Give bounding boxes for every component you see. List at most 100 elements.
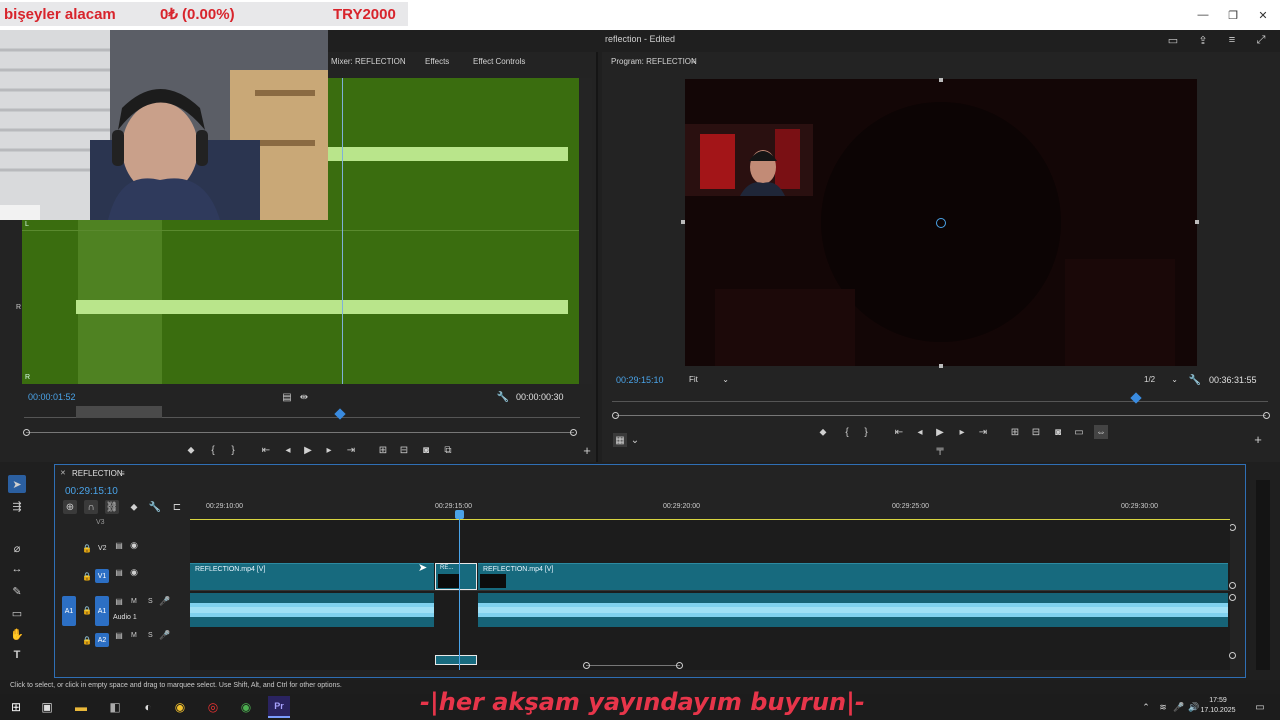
app-icon[interactable]: ◧ bbox=[106, 698, 124, 716]
audio-clip-2[interactable] bbox=[478, 593, 1228, 627]
resolution-dropdown[interactable]: 1/2 ⌄ bbox=[1141, 373, 1181, 386]
go-to-out-icon[interactable]: ⇥ bbox=[976, 425, 990, 439]
zoom-handle-left[interactable] bbox=[23, 429, 30, 436]
hand-tool-icon[interactable]: ✋ bbox=[8, 625, 26, 643]
go-to-in-icon[interactable]: ⇤ bbox=[892, 425, 906, 439]
overwrite-icon[interactable]: ⇹ bbox=[297, 390, 311, 404]
share-icon[interactable]: ⇪ bbox=[1196, 34, 1210, 47]
bbox-handle-top[interactable] bbox=[939, 78, 943, 82]
mark-out-icon[interactable]: } bbox=[859, 425, 873, 439]
step-back-icon[interactable]: ◂ bbox=[913, 425, 927, 439]
system-clock[interactable]: 17:59 17.10.2025 bbox=[1198, 696, 1238, 716]
timeline-ruler[interactable] bbox=[190, 500, 1230, 520]
app-icon[interactable]: ◐ bbox=[139, 698, 157, 716]
nested-clip[interactable] bbox=[435, 655, 477, 665]
go-to-out-icon[interactable]: ⇥ bbox=[344, 443, 358, 457]
lock-icon[interactable]: 🔒 bbox=[80, 541, 94, 555]
fullscreen-icon[interactable]: ⤢ bbox=[1254, 34, 1268, 46]
extract-icon[interactable]: ⊟ bbox=[1029, 425, 1043, 439]
scroll-handle-left[interactable] bbox=[583, 662, 590, 669]
track-select-tool-icon[interactable]: ⇶ bbox=[8, 497, 26, 515]
captions-icon[interactable]: ⊏ bbox=[170, 500, 184, 514]
panel-menu-icon[interactable]: ≡ bbox=[691, 57, 696, 66]
windows-start-icon[interactable]: ⊞ bbox=[7, 698, 25, 716]
proxy-toggle-icon[interactable]: ⇔ bbox=[1094, 425, 1108, 439]
mute-button[interactable]: M bbox=[131, 632, 137, 639]
track-label-a2[interactable]: A2 bbox=[95, 633, 109, 647]
play-icon[interactable]: ▶ bbox=[301, 443, 315, 457]
audio-clip-1[interactable] bbox=[190, 593, 434, 627]
source-playhead[interactable] bbox=[342, 78, 343, 384]
sync-lock-icon[interactable]: ▤ bbox=[112, 538, 126, 552]
file-explorer-icon[interactable]: ▬ bbox=[72, 698, 90, 716]
video-clip-3[interactable]: REFLECTION.mp4 [V] bbox=[478, 563, 1228, 590]
chrome-icon[interactable]: ◉ bbox=[171, 698, 189, 716]
wrench-icon[interactable]: 🔧 bbox=[1188, 373, 1202, 387]
program-zoom-handle-left[interactable] bbox=[612, 412, 619, 419]
lock-icon[interactable]: 🔒 bbox=[80, 633, 94, 647]
program-zoom-bar[interactable] bbox=[616, 415, 1266, 416]
lift-icon[interactable]: ⊞ bbox=[1008, 425, 1022, 439]
grid-view-icon[interactable]: ▦ bbox=[613, 433, 627, 447]
notification-icon[interactable]: ▭ bbox=[1251, 698, 1269, 716]
step-back-icon[interactable]: ◂ bbox=[281, 443, 295, 457]
sync-lock-icon[interactable]: ▤ bbox=[112, 594, 126, 608]
source-timecode-current[interactable]: 00:00:01:52 bbox=[28, 392, 76, 402]
tab-effects[interactable]: Effects bbox=[425, 57, 449, 66]
timeline-horizontal-scrollbar[interactable] bbox=[586, 665, 680, 666]
mark-in-icon[interactable]: { bbox=[206, 443, 220, 457]
source-zoom-bar[interactable] bbox=[26, 432, 574, 433]
show-hidden-icons[interactable]: ⌃ bbox=[1137, 698, 1155, 716]
export-frame-icon[interactable]: ◙ bbox=[1051, 425, 1065, 439]
slip-tool-icon[interactable]: ↔ bbox=[8, 560, 26, 578]
type-tool-icon[interactable]: T bbox=[8, 646, 26, 664]
insert-icon[interactable]: ▤ bbox=[280, 390, 294, 404]
sync-lock-icon[interactable]: ▤ bbox=[112, 565, 126, 579]
obs-icon[interactable]: ◎ bbox=[204, 698, 222, 716]
add-marker-icon[interactable]: ⬥ bbox=[184, 443, 198, 457]
selection-tool-icon[interactable]: ➤ bbox=[8, 475, 26, 493]
task-view-icon[interactable]: ▣ bbox=[38, 698, 56, 716]
chrome-icon[interactable]: ◉ bbox=[237, 698, 255, 716]
overwrite-clip-icon[interactable]: ⊟ bbox=[397, 443, 411, 457]
add-marker-icon[interactable]: ⬥ bbox=[127, 500, 141, 514]
lock-icon[interactable]: 🔒 bbox=[80, 603, 94, 617]
bbox-handle-right[interactable] bbox=[1195, 220, 1199, 224]
track-height-handle[interactable] bbox=[1229, 594, 1236, 601]
linked-selection-icon[interactable]: ⛓ bbox=[105, 500, 119, 514]
premiere-pro-icon[interactable]: Pr bbox=[268, 696, 290, 718]
add-marker-icon[interactable]: ⬥ bbox=[816, 425, 830, 439]
tab-audio-mixer[interactable]: Mixer: REFLECTION bbox=[331, 57, 406, 66]
workspace-panel-icon[interactable]: ▭ bbox=[1166, 34, 1180, 47]
solo-button[interactable]: S bbox=[148, 632, 153, 639]
program-zoom-handle-right[interactable] bbox=[1263, 412, 1270, 419]
chevron-down-icon[interactable]: ⌄ bbox=[628, 433, 642, 447]
pen-tool-icon[interactable]: ✎ bbox=[8, 582, 26, 600]
source-patch-a1[interactable]: A1 bbox=[62, 596, 76, 626]
program-time-ruler[interactable] bbox=[612, 392, 1268, 402]
play-icon[interactable]: ▶ bbox=[933, 425, 947, 439]
microphone-icon[interactable]: 🎤 bbox=[158, 594, 172, 608]
bbox-handle-bottom[interactable] bbox=[939, 364, 943, 368]
zoom-handle-right[interactable] bbox=[570, 429, 577, 436]
track-height-handle[interactable] bbox=[1229, 652, 1236, 659]
wrench-icon[interactable]: 🔧 bbox=[496, 390, 510, 404]
close-button[interactable]: ✕ bbox=[1248, 0, 1278, 30]
step-forward-icon[interactable]: ▸ bbox=[322, 443, 336, 457]
video-clip-1[interactable]: REFLECTION.mp4 [V] bbox=[190, 563, 434, 590]
source-in-out-range[interactable] bbox=[76, 406, 162, 418]
add-button-icon[interactable]: + bbox=[1251, 432, 1265, 447]
close-tab-icon[interactable]: ✕ bbox=[60, 469, 66, 477]
microphone-icon[interactable]: 🎤 bbox=[158, 628, 172, 642]
settings-icon[interactable]: ≡ bbox=[1225, 34, 1239, 46]
mark-out-icon[interactable]: } bbox=[226, 443, 240, 457]
solo-button[interactable]: S bbox=[148, 598, 153, 605]
scroll-handle-right[interactable] bbox=[676, 662, 683, 669]
timeline-playhead[interactable] bbox=[459, 512, 460, 670]
insert-nest-icon[interactable]: ⊕ bbox=[63, 500, 77, 514]
bbox-handle-left[interactable] bbox=[681, 220, 685, 224]
sequence-tab[interactable]: REFLECTION bbox=[72, 469, 123, 478]
add-button-icon[interactable]: + bbox=[580, 443, 594, 458]
timeline-playhead-handle[interactable] bbox=[455, 510, 464, 519]
settings-small-icon[interactable]: ⧉ bbox=[441, 443, 455, 457]
